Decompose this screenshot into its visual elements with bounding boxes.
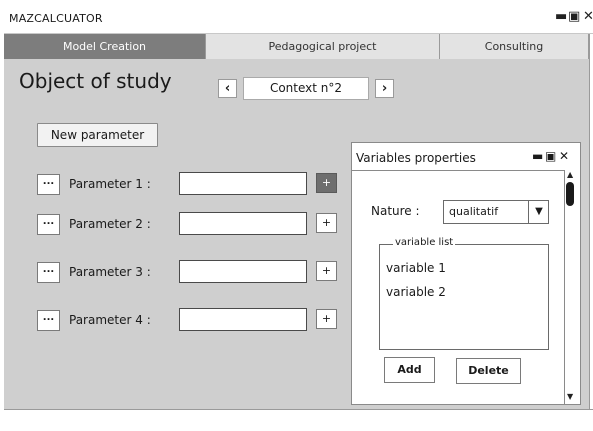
- parameter-3-label: Parameter 3 :: [69, 265, 151, 279]
- panel-close-icon[interactable]: ✕: [559, 149, 569, 164]
- new-parameter-button[interactable]: New parameter: [37, 123, 158, 147]
- scroll-up-icon[interactable]: ▲: [567, 170, 573, 179]
- previous-context-button[interactable]: ‹: [218, 79, 237, 98]
- parameter-2-add-button[interactable]: +: [316, 213, 337, 233]
- panel-minimize-icon[interactable]: ▬: [532, 149, 543, 164]
- panel-maximize-icon[interactable]: ▣: [545, 149, 556, 164]
- variable-list-item[interactable]: variable 2: [386, 285, 446, 299]
- tab-pedagogical-project[interactable]: Pedagogical project: [206, 34, 440, 59]
- panel-divider: [352, 170, 564, 171]
- scroll-down-icon[interactable]: ▼: [567, 392, 573, 401]
- delete-variable-button[interactable]: Delete: [456, 358, 521, 384]
- status-bar: [4, 409, 593, 431]
- close-icon[interactable]: ✕: [583, 9, 593, 25]
- tab-consulting[interactable]: Consulting: [440, 34, 589, 59]
- parameter-2-options-button[interactable]: ...: [37, 214, 60, 235]
- context-label: Context n°2: [243, 77, 369, 100]
- parameter-4-label: Parameter 4 :: [69, 313, 151, 327]
- parameter-4-options-button[interactable]: ...: [37, 310, 60, 331]
- maximize-icon[interactable]: ▣: [568, 9, 580, 25]
- next-context-button[interactable]: ›: [375, 79, 394, 98]
- parameter-4-add-button[interactable]: +: [316, 309, 337, 329]
- parameter-1-input[interactable]: [179, 172, 307, 195]
- parameter-1-options-button[interactable]: ...: [37, 174, 60, 195]
- parameter-3-add-button[interactable]: +: [316, 261, 337, 281]
- parameter-1-add-button[interactable]: +: [316, 173, 337, 193]
- window-title: MAZCALCUATOR: [9, 12, 103, 25]
- chevron-down-icon[interactable]: ▼: [528, 200, 549, 224]
- parameter-1-label: Parameter 1 :: [69, 177, 151, 191]
- window-right-edge: [589, 34, 593, 410]
- parameter-4-input[interactable]: [179, 308, 307, 331]
- parameter-2-input[interactable]: [179, 212, 307, 235]
- variable-list-item[interactable]: variable 1: [386, 261, 446, 275]
- tab-bar: Model Creation Pedagogical project Consu…: [4, 34, 589, 59]
- minimize-icon[interactable]: ▬: [555, 9, 567, 25]
- nature-label: Nature :: [371, 204, 420, 218]
- page-title: Object of study: [19, 69, 172, 93]
- scrollbar-thumb[interactable]: [566, 182, 574, 206]
- nature-select-value: qualitatif: [449, 205, 499, 218]
- tab-model-creation[interactable]: Model Creation: [4, 34, 206, 59]
- parameter-2-label: Parameter 2 :: [69, 217, 151, 231]
- add-variable-button[interactable]: Add: [384, 357, 435, 383]
- parameter-3-input[interactable]: [179, 260, 307, 283]
- variable-list-legend: variable list: [393, 237, 456, 248]
- panel-title: Variables properties: [356, 151, 476, 165]
- parameter-3-options-button[interactable]: ...: [37, 262, 60, 283]
